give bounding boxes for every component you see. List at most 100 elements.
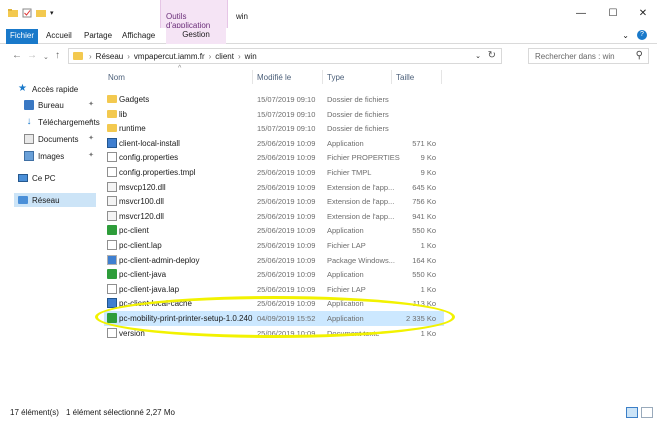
search-icon[interactable]: ⚲	[636, 50, 643, 61]
ribbon-tabs: Fichier Accueil Partage Affichage Gestio…	[0, 28, 657, 44]
table-row-selected[interactable]: pc-mobility-print-printer-setup-1.0.240 0…	[104, 310, 444, 326]
dll-icon	[107, 196, 117, 207]
address-bar[interactable]: › Réseau › vmpapercut.iamm.fr › client ›…	[68, 48, 502, 64]
navigation-bar: ← → ⌄ ↑ › Réseau › vmpapercut.iamm.fr › …	[0, 44, 657, 68]
file-icon	[107, 166, 117, 177]
file-modified: 04/09/2019 15:52	[257, 313, 316, 323]
file-modified: 15/07/2019 09:10	[257, 124, 316, 134]
table-row[interactable]: Gadgets 15/07/2019 09:10 Dossier de fichie…	[104, 92, 444, 107]
table-row[interactable]: pc-client-java.lap 25/06/2019 10:09 Fichie…	[104, 282, 444, 297]
refresh-icon[interactable]: ↻	[488, 50, 496, 61]
table-row[interactable]: pc-client-local-cache 25/06/2019 10:09 App…	[104, 296, 444, 311]
sidebar-item-bureau[interactable]: Bureau ✦	[24, 98, 96, 112]
file-type: Dossier de fichiers	[327, 124, 389, 134]
table-row[interactable]: config.properties 25/06/2019 10:09 Fichier…	[104, 150, 444, 165]
navigation-pane: ★ Accès rapide Bureau ✦ ↓ Téléchargement…	[0, 68, 100, 398]
sidebar-item-ce-pc[interactable]: Ce PC	[18, 171, 96, 185]
column-divider[interactable]	[252, 70, 253, 84]
sidebar-item-images[interactable]: Images ✦	[24, 149, 96, 163]
breadcrumb-separator-icon[interactable]: ›	[209, 52, 212, 61]
breadcrumb-separator-icon[interactable]: ›	[127, 52, 130, 61]
file-modified: 25/06/2019 10:09	[257, 182, 316, 192]
breadcrumb-reseau[interactable]: Réseau	[96, 52, 124, 61]
table-row[interactable]: config.properties.tmpl 25/06/2019 10:09 Fi…	[104, 165, 444, 180]
breadcrumb-separator-icon[interactable]: ›	[89, 52, 92, 61]
file-name: lib	[119, 109, 128, 119]
file-type: Application	[327, 138, 364, 148]
forward-arrow-icon[interactable]: →	[27, 50, 37, 61]
table-row[interactable]: runtime 15/07/2019 09:10 Dossier de fichie…	[104, 121, 444, 136]
maximize-button[interactable]: ☐	[600, 8, 626, 24]
file-type: Fichier LAP	[327, 240, 366, 250]
pin-icon: ✦	[88, 101, 94, 108]
file-size: 164 Ko	[412, 255, 436, 265]
breadcrumb-client[interactable]: client	[215, 52, 234, 61]
file-modified: 25/06/2019 10:09	[257, 226, 316, 236]
breadcrumb-win[interactable]: win	[245, 52, 257, 61]
file-name: Gadgets	[119, 95, 150, 104]
column-divider[interactable]	[391, 70, 392, 84]
status-selection: 1 élément sélectionné 2,27 Mo	[66, 408, 175, 417]
table-row[interactable]: lib 15/07/2019 09:10 Dossier de fichiers	[104, 107, 444, 122]
sidebar-item-label: Accès rapide	[32, 84, 79, 94]
tab-accueil[interactable]: Accueil	[40, 30, 78, 44]
address-dropdown-icon[interactable]: ⌄	[475, 52, 481, 60]
recent-locations-icon[interactable]: ⌄	[43, 53, 49, 61]
column-header-name[interactable]: Nom	[108, 73, 125, 82]
table-row[interactable]: msvcp120.dll 25/06/2019 10:09 Extension de…	[104, 180, 444, 195]
column-header-modified[interactable]: Modifié le	[257, 73, 291, 82]
sidebar-item-documents[interactable]: Documents ✦	[24, 132, 96, 146]
file-type: Package Windows...	[327, 255, 395, 265]
table-row[interactable]: pc-client-java 25/06/2019 10:09 Applicatio…	[104, 267, 444, 282]
sidebar-item-reseau[interactable]: Réseau	[14, 193, 96, 207]
sort-ascending-icon: ^	[178, 65, 182, 72]
table-row[interactable]: version 25/06/2019 10:09 Document texte 1 K…	[104, 326, 444, 341]
tab-affichage[interactable]: Affichage	[116, 30, 161, 44]
papercut-icon	[107, 269, 117, 280]
table-row[interactable]: client-local-install 25/06/2019 10:09 Appl…	[104, 136, 444, 151]
file-name: pc-client	[119, 226, 149, 236]
tab-fichier[interactable]: Fichier	[6, 29, 38, 44]
column-divider[interactable]	[441, 70, 442, 84]
large-icons-view-icon[interactable]	[641, 407, 653, 418]
back-arrow-icon[interactable]: ←	[12, 50, 22, 61]
expand-ribbon-icon[interactable]: ⌄	[622, 31, 629, 40]
breadcrumb-separator-icon[interactable]: ›	[238, 52, 241, 61]
up-arrow-icon[interactable]: ↑	[55, 50, 60, 61]
table-row[interactable]: msvcr100.dll 25/06/2019 10:09 Extension de…	[104, 194, 444, 209]
sidebar-item-quick-access[interactable]: ★ Accès rapide	[18, 82, 96, 96]
minimize-button[interactable]: —	[568, 8, 594, 24]
quick-access-toolbar: ▾	[8, 8, 54, 18]
context-tab-header: Outils d'application	[160, 0, 228, 30]
folder-icon[interactable]	[8, 8, 18, 18]
table-row[interactable]: msvcr120.dll 25/06/2019 10:09 Extension de…	[104, 209, 444, 224]
details-view-icon[interactable]	[626, 407, 638, 418]
tab-partage[interactable]: Partage	[78, 30, 118, 44]
column-header-size[interactable]: Taille	[396, 73, 414, 82]
breadcrumb: › Réseau › vmpapercut.iamm.fr › client ›…	[89, 52, 257, 61]
sidebar-item-telechargements[interactable]: ↓ Téléchargements ✦	[24, 115, 100, 129]
search-input[interactable]: Rechercher dans : win ⚲	[528, 48, 649, 64]
file-name: runtime	[119, 124, 146, 134]
new-folder-icon[interactable]	[36, 8, 46, 18]
file-size: 550 Ko	[412, 226, 436, 236]
column-divider[interactable]	[322, 70, 323, 84]
help-icon[interactable]: ?	[637, 30, 647, 40]
tab-gestion[interactable]: Gestion	[166, 28, 226, 44]
file-name: pc-client-admin-deploy	[119, 255, 200, 265]
table-row[interactable]: pc-client.lap 25/06/2019 10:09 Fichier LAP…	[104, 238, 444, 253]
file-name: pc-client-java	[119, 270, 167, 280]
file-type: Dossier de fichiers	[327, 95, 389, 104]
column-header-type[interactable]: Type	[327, 73, 344, 82]
file-type: Fichier LAP	[327, 284, 366, 294]
file-size: 113 Ko	[412, 299, 436, 309]
close-button[interactable]: ✕	[630, 8, 656, 24]
file-name: config.properties	[119, 153, 179, 163]
properties-icon[interactable]	[22, 8, 32, 18]
qat-dropdown-icon[interactable]: ▾	[50, 9, 54, 17]
breadcrumb-server[interactable]: vmpapercut.iamm.fr	[134, 52, 205, 61]
table-row[interactable]: pc-client-admin-deploy 25/06/2019 10:09 Pa…	[104, 253, 444, 268]
table-row[interactable]: pc-client 25/06/2019 10:09 Application 550 …	[104, 223, 444, 238]
file-name: version	[119, 328, 145, 338]
folder-icon	[107, 109, 117, 118]
